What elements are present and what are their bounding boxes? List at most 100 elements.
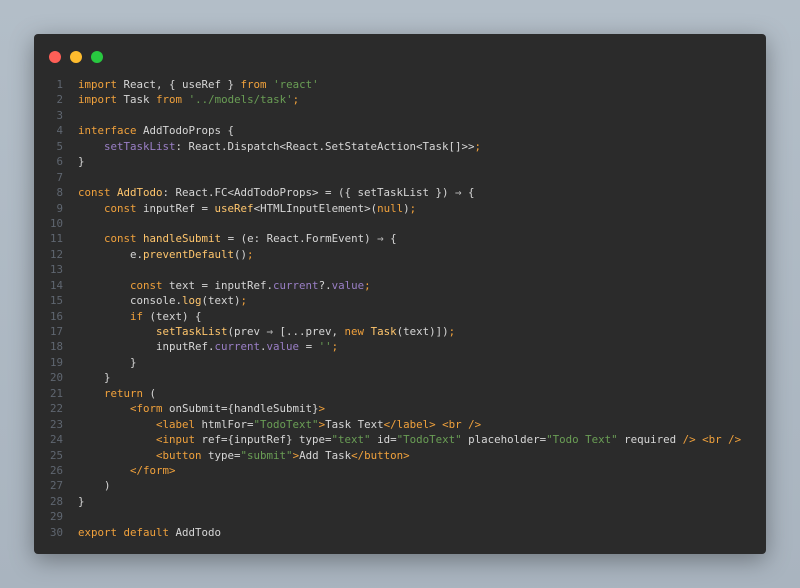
- code-token: default: [123, 525, 170, 539]
- code-token: id=: [370, 433, 397, 447]
- code-token: AddTodo: [169, 525, 222, 539]
- minimize-window-dot-icon[interactable]: [70, 51, 82, 63]
- code-token: placeholder=: [461, 433, 547, 447]
- line-code: e.preventDefault();: [78, 247, 254, 262]
- line-number: 19: [49, 355, 63, 369]
- code-line: 30 export default AddTodo: [34, 525, 766, 540]
- code-token: const: [104, 232, 137, 246]
- line-code: return (: [78, 386, 156, 401]
- code-line: 24 <input ref={inputRef} type="text" id=…: [34, 432, 766, 447]
- code-token: required: [617, 433, 683, 447]
- code-token: text = inputRef.: [162, 278, 274, 292]
- code-line: 11 const handleSubmit = (e: React.FormEv…: [34, 231, 766, 246]
- line-code: const text = inputRef.current?.value;: [78, 278, 371, 293]
- maximize-window-dot-icon[interactable]: [91, 51, 103, 63]
- code-line: 20 }: [34, 370, 766, 385]
- code-line: 12 e.preventDefault();: [34, 247, 766, 262]
- line-number: 28: [49, 494, 63, 508]
- code-token: }: [78, 371, 111, 385]
- code-token: </form>: [130, 463, 176, 477]
- code-token: ;: [331, 340, 339, 354]
- code-editor: 1 import React, { useRef } from 'react' 2 i…: [34, 77, 766, 540]
- code-window: 1 import React, { useRef } from 'react' 2 i…: [34, 34, 766, 554]
- line-code: import Task from '../models/task';: [78, 92, 299, 107]
- line-code: <input ref={inputRef} type="text" id="To…: [78, 432, 741, 447]
- line-number: 11: [49, 232, 63, 246]
- line-code: if (text) {: [78, 309, 202, 324]
- code-token: AddTodoProps {: [136, 124, 235, 138]
- line-code: interface AddTodoProps {: [78, 123, 234, 138]
- code-token: ;: [364, 278, 371, 292]
- line-number: 12: [49, 247, 63, 261]
- code-line: 1 import React, { useRef } from 'react': [34, 77, 766, 92]
- code-token: htmlFor=: [195, 417, 254, 431]
- close-window-dot-icon[interactable]: [49, 51, 61, 63]
- code-token: >: [318, 402, 326, 416]
- line-code: }: [78, 370, 111, 385]
- line-number: 25: [49, 448, 63, 462]
- code-line: 14 const text = inputRef.current?.value;: [34, 278, 766, 293]
- line-code: }: [78, 154, 85, 169]
- code-token: ;: [409, 201, 417, 215]
- line-code: export default AddTodo: [78, 525, 221, 540]
- code-token: log: [182, 294, 202, 308]
- code-token: null: [377, 201, 404, 215]
- line-code: <label htmlFor="TodoText">Task Text</lab…: [78, 417, 481, 432]
- code-token: useRef: [214, 201, 254, 215]
- code-line: 16 if (text) {: [34, 309, 766, 324]
- code-line: 19 }: [34, 355, 766, 370]
- code-token: ;: [247, 247, 254, 261]
- code-line: 4 interface AddTodoProps {: [34, 123, 766, 138]
- code-token: "TodoText": [253, 417, 319, 431]
- line-code: const handleSubmit = (e: React.FormEvent…: [78, 231, 397, 246]
- line-number: 4: [56, 124, 63, 138]
- code-token: Task: [370, 325, 397, 338]
- code-token: const: [130, 278, 163, 292]
- line-number: 2: [56, 93, 63, 107]
- code-token: = (e: React.FormEvent) ⇒ {: [221, 232, 397, 246]
- line-code: setTaskList(prev ⇒ [...prev, new Task(te…: [78, 324, 455, 339]
- code-token: (prev ⇒ [...prev,: [227, 325, 345, 338]
- code-token: (text)]): [396, 325, 449, 338]
- code-token: <br />: [702, 433, 742, 447]
- line-number: 9: [56, 201, 63, 215]
- line-number: 1: [56, 78, 63, 91]
- line-number: 15: [49, 294, 63, 308]
- code-token: }: [78, 155, 85, 169]
- line-number: 30: [49, 525, 63, 539]
- code-token: value: [266, 340, 300, 354]
- code-token: handleSubmit: [143, 232, 222, 246]
- code-token: import: [78, 93, 118, 107]
- line-code: const inputRef = useRef<HTMLInputElement…: [78, 201, 416, 216]
- code-token: : React.Dispatch<React.SetStateAction<Ta…: [175, 139, 475, 153]
- code-token: const: [104, 201, 137, 215]
- code-token: ?.: [318, 278, 332, 292]
- line-number: 10: [49, 216, 63, 230]
- code-token: console.: [78, 294, 183, 308]
- code-token: React, { useRef }: [117, 78, 241, 91]
- code-line: 13: [34, 262, 766, 277]
- code-token: inputRef.: [78, 340, 215, 354]
- line-number: 16: [49, 309, 63, 323]
- line-number: 3: [56, 108, 63, 122]
- line-code: </form>: [78, 463, 176, 478]
- code-token: setTaskList: [156, 325, 228, 338]
- code-token: setTaskList: [104, 139, 176, 153]
- code-line: 3: [34, 108, 766, 123]
- code-token: ;: [474, 139, 482, 153]
- code-token: onSubmit={handleSubmit}: [162, 402, 319, 416]
- code-token: =: [299, 340, 319, 354]
- line-code: import React, { useRef } from 'react': [78, 77, 319, 92]
- line-code: inputRef.current.value = '';: [78, 339, 338, 354]
- code-token: <input: [156, 433, 196, 447]
- line-number: 26: [49, 463, 63, 477]
- code-token: Task Text: [325, 417, 384, 431]
- window-titlebar: [34, 34, 766, 78]
